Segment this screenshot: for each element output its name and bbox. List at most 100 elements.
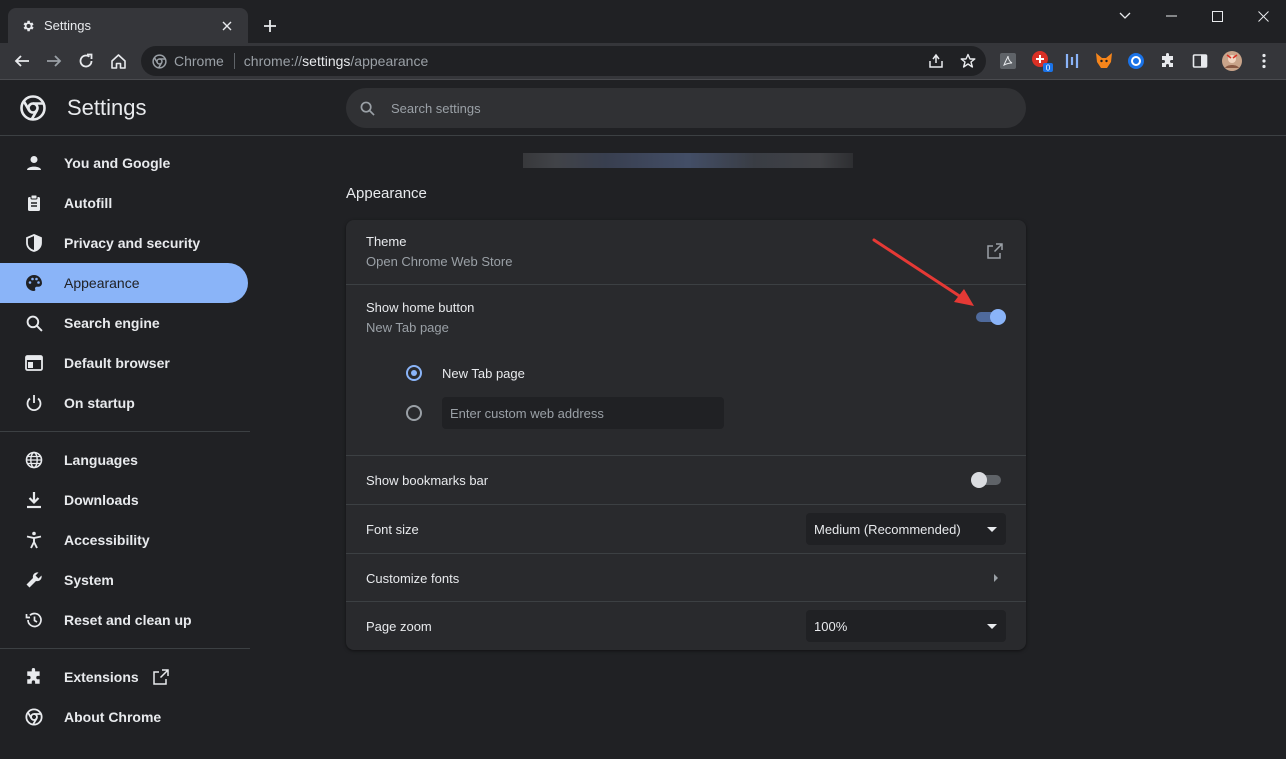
power-icon	[24, 393, 44, 413]
browser-window-icon	[24, 353, 44, 373]
sidebar-item-accessibility[interactable]: Accessibility	[0, 520, 248, 560]
share-icon[interactable]	[924, 49, 948, 73]
bookmarks-bar-toggle[interactable]	[971, 470, 1003, 490]
palette-icon	[24, 273, 44, 293]
chrome-icon	[151, 53, 167, 69]
font-size-row: Font size Medium (Recommended)	[346, 504, 1026, 553]
sidebar-item-default-browser[interactable]: Default browser	[0, 343, 248, 383]
pdf-extension-icon[interactable]	[996, 49, 1020, 73]
extension-badge: 0	[1046, 64, 1051, 73]
sidebar-item-about-chrome[interactable]: About Chrome	[0, 697, 248, 737]
open-in-new-icon[interactable]	[987, 243, 1003, 259]
download-icon	[24, 490, 44, 510]
maximize-icon	[1211, 10, 1223, 22]
chevron-right-icon	[993, 573, 999, 583]
radio-new-tab-page-label: New Tab page	[442, 366, 525, 381]
sidebar-item-autofill[interactable]: Autofill	[0, 183, 248, 223]
font-size-value: Medium (Recommended)	[814, 521, 961, 537]
sidebar-item-extensions[interactable]: Extensions	[0, 657, 248, 697]
sidebar-divider	[0, 431, 250, 432]
radio-custom-address[interactable]	[406, 405, 422, 421]
search-icon	[24, 313, 44, 333]
page-title: Settings	[67, 95, 147, 120]
sidebar-item-search-engine[interactable]: Search engine	[0, 303, 248, 343]
minimize-icon	[1165, 15, 1177, 17]
search-icon	[360, 100, 376, 116]
maximize-button[interactable]	[1194, 0, 1240, 32]
accessibility-icon	[24, 530, 44, 550]
home-button-label: Show home button	[366, 300, 475, 315]
home-button-sub: New Tab page	[366, 320, 449, 335]
globe-icon	[24, 450, 44, 470]
url-text: chrome://settings/appearance	[243, 53, 429, 69]
sidebar-item-privacy-and-security[interactable]: Privacy and security	[0, 223, 248, 263]
radio-new-tab-page[interactable]	[406, 365, 422, 381]
sidebar-item-languages[interactable]: Languages	[0, 440, 248, 480]
section-title: Appearance	[346, 185, 427, 202]
search-input[interactable]	[391, 100, 991, 116]
minimize-button[interactable]	[1148, 0, 1194, 32]
sidebar: You and Google Autofill Privacy and secu…	[0, 143, 250, 737]
arrow-right-icon	[47, 55, 62, 67]
search-box[interactable]	[346, 88, 1026, 128]
more-vertical-icon[interactable]	[1252, 49, 1276, 73]
font-size-label: Font size	[366, 522, 419, 537]
customize-fonts-row[interactable]: Customize fonts	[346, 553, 1026, 601]
toggle-knob	[990, 309, 1006, 325]
close-icon[interactable]	[218, 17, 236, 35]
bars-extension-icon[interactable]	[1060, 49, 1084, 73]
browser-toolbar: Chrome chrome://settings/appearance 0	[0, 43, 1286, 80]
sidebar-item-you-and-google[interactable]: You and Google	[0, 143, 248, 183]
sidebar-item-system[interactable]: System	[0, 560, 248, 600]
star-icon[interactable]	[956, 49, 980, 73]
history-icon	[24, 610, 44, 630]
home-button[interactable]	[104, 47, 132, 75]
bookmarks-bar-row[interactable]: Show bookmarks bar	[346, 455, 1026, 504]
close-window-button[interactable]	[1240, 0, 1286, 32]
circle-extension-icon[interactable]	[1124, 49, 1148, 73]
theme-label: Theme	[366, 234, 407, 249]
tab-search-button[interactable]	[1102, 0, 1148, 32]
sidebar-item-on-startup[interactable]: On startup	[0, 383, 248, 423]
puzzle-icon	[24, 667, 44, 687]
page-zoom-value: 100%	[814, 618, 848, 634]
wrench-icon	[24, 570, 44, 590]
chrome-logo-icon	[20, 95, 46, 121]
security-extension-icon[interactable]: 0	[1030, 49, 1054, 73]
toggle-knob	[971, 472, 987, 488]
page-zoom-select[interactable]: 100%	[806, 610, 1006, 642]
page-zoom-row: Page zoom 100%	[346, 601, 1026, 650]
chrome-icon	[24, 707, 44, 727]
fox-extension-icon[interactable]	[1092, 49, 1116, 73]
page-zoom-label: Page zoom	[366, 619, 432, 634]
bookmarks-bar-label: Show bookmarks bar	[366, 473, 489, 488]
side-panel-icon[interactable]	[1188, 49, 1212, 73]
arrow-left-icon	[14, 55, 29, 67]
clipboard-icon	[24, 193, 44, 213]
reload-icon	[79, 53, 93, 68]
dropdown-arrow-icon	[987, 623, 997, 629]
reload-button[interactable]	[72, 47, 100, 75]
tab-settings[interactable]: Settings	[8, 8, 248, 43]
dropdown-arrow-icon	[987, 526, 997, 532]
font-size-select[interactable]: Medium (Recommended)	[806, 513, 1006, 545]
sidebar-item-appearance[interactable]: Appearance	[0, 263, 248, 303]
sidebar-item-downloads[interactable]: Downloads	[0, 480, 248, 520]
chevron-down-icon	[1119, 12, 1131, 19]
shield-icon	[24, 233, 44, 253]
theme-sub: Open Chrome Web Store	[366, 254, 513, 269]
plus-icon	[264, 20, 276, 32]
custom-address-input[interactable]	[442, 397, 724, 429]
annotation-arrow-icon	[872, 238, 974, 306]
person-icon	[24, 153, 44, 173]
avatar[interactable]	[1220, 49, 1244, 73]
new-tab-button[interactable]	[258, 14, 282, 38]
puzzle-icon[interactable]	[1156, 49, 1180, 73]
address-bar[interactable]: Chrome chrome://settings/appearance	[141, 46, 986, 76]
sidebar-item-reset-and-clean-up[interactable]: Reset and clean up	[0, 600, 248, 640]
forward-button[interactable]	[40, 47, 68, 75]
site-chip: Chrome	[174, 53, 224, 69]
title-bar: Settings	[0, 0, 1286, 43]
back-button[interactable]	[8, 47, 36, 75]
home-icon	[110, 53, 126, 69]
